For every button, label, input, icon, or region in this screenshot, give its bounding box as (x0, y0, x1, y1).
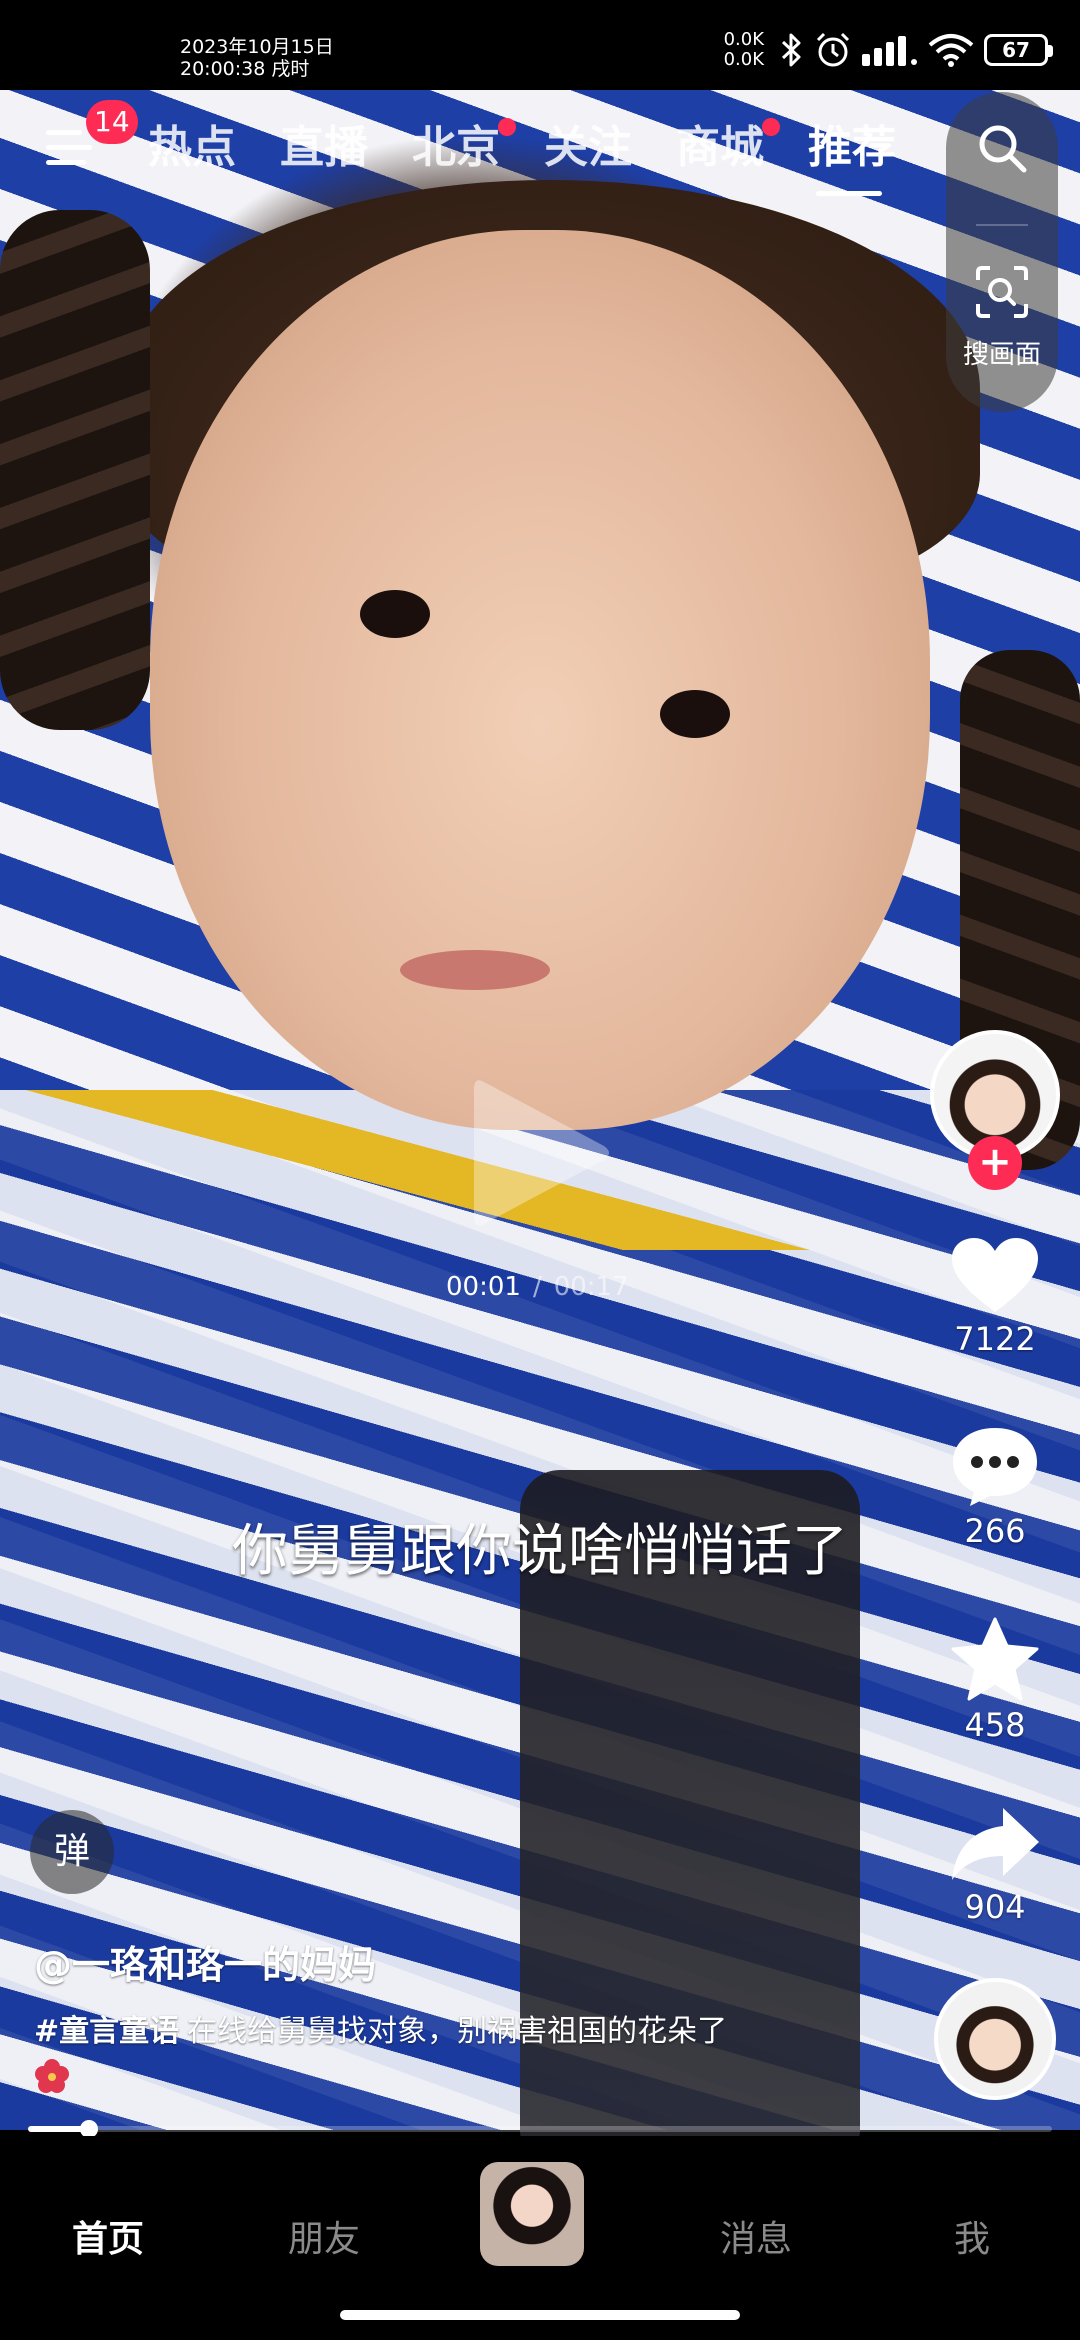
video-scene-mouth (400, 950, 550, 990)
description-text: 在线给舅舅找对象，别祸害祖国的花朵了 (187, 2014, 728, 2049)
feed-tabs: 热点 直播 北京 关注 商城 推荐 (148, 118, 940, 196)
tab-live[interactable]: 直播 (280, 118, 368, 178)
tab-label: 直播 (280, 122, 368, 173)
video-subtitle: 你舅舅跟你说啥悄悄话了 (232, 1519, 848, 1584)
bluetooth-icon (781, 33, 801, 67)
video-scene-face (150, 230, 930, 1130)
status-datetime: 2023年10月15日 20:00:38 戌时 (180, 36, 334, 80)
tab-label: 北京 (412, 122, 500, 173)
like-count: 7122 (954, 1320, 1036, 1358)
tab-hot[interactable]: 热点 (148, 118, 236, 178)
like-button[interactable]: 7122 (920, 1236, 1070, 1358)
search-screen-label[interactable]: 搜画面 (946, 334, 1058, 371)
video-scene-eye (360, 590, 430, 638)
bottom-nav: 首页 朋友 消息 我 (0, 2136, 1080, 2340)
nav-messages[interactable]: 消息 (720, 2210, 792, 2262)
alarm-icon (816, 32, 850, 67)
follow-button[interactable]: + (968, 1136, 1022, 1190)
video-scene-braid-left (0, 210, 150, 730)
favorite-button[interactable]: 458 (920, 1616, 1070, 1744)
menu-badge: 14 (86, 100, 138, 144)
nav-friends[interactable]: 朋友 (288, 2210, 360, 2262)
signal-icon (862, 36, 917, 66)
comment-count: 266 (964, 1512, 1026, 1550)
tab-label: 推荐 (808, 122, 896, 173)
video-progress-bar[interactable] (28, 2120, 1052, 2138)
tab-following[interactable]: 关注 (544, 118, 632, 178)
create-button[interactable] (480, 2162, 584, 2266)
net-up: 0.0K (723, 29, 764, 50)
net-down: 0.0K (723, 49, 764, 70)
heart-icon (952, 1238, 1038, 1312)
status-icons: 0.0K 0.0K 67 (724, 30, 1053, 70)
author-name[interactable]: @一珞和珞一的妈妈 (34, 1934, 376, 1989)
tab-notification-dot (498, 118, 516, 136)
tab-label: 关注 (544, 122, 632, 173)
tab-recommend[interactable]: 推荐 (808, 118, 896, 196)
share-icon (952, 1808, 1039, 1880)
tab-mall[interactable]: 商城 (676, 118, 780, 178)
nav-home[interactable]: 首页 (72, 2210, 144, 2262)
share-count: 904 (964, 1888, 1026, 1926)
home-indicator (340, 2310, 740, 2320)
search-icon[interactable] (976, 122, 1028, 174)
star-icon (951, 1617, 1039, 1701)
video-scene-eye (660, 690, 730, 738)
hashtag-link[interactable]: #童言童语 (34, 2014, 179, 2049)
menu-icon[interactable] (46, 130, 92, 170)
hibiscus-icon (35, 2059, 69, 2093)
divider (976, 224, 1028, 226)
video-description: #童言童语 在线给舅舅找对象，别祸害祖国的花朵了 (34, 2006, 934, 2050)
network-speed: 0.0K 0.0K (724, 30, 764, 70)
music-disc[interactable] (934, 1978, 1056, 2100)
top-nav: 14 热点 直播 北京 关注 商城 推荐 (0, 90, 1080, 210)
playback-time: 00:01 / 00:17 (446, 1272, 629, 1302)
battery-level: 67 (1002, 38, 1030, 62)
nav-me[interactable]: 我 (954, 2210, 990, 2262)
comment-icon (953, 1428, 1037, 1506)
search-panel: 搜画面 (946, 92, 1058, 412)
comment-button[interactable]: 266 (920, 1424, 1070, 1550)
danmu-toggle[interactable]: 弹 (30, 1810, 114, 1894)
tab-notification-dot (762, 118, 780, 136)
time-separator: / (532, 1272, 542, 1302)
status-date: 2023年10月15日 (180, 36, 334, 58)
share-button[interactable]: 904 (920, 1804, 1070, 1926)
tab-local[interactable]: 北京 (412, 118, 516, 178)
tab-label: 热点 (148, 122, 236, 173)
battery-icon: 67 (984, 34, 1053, 66)
tab-label: 商城 (676, 122, 764, 173)
wifi-icon (928, 34, 974, 67)
app-screen: 2023年10月15日 20:00:38 戌时 0.0K 0.0K 67 14 … (0, 0, 1080, 2340)
current-time: 00:01 (446, 1272, 521, 1302)
status-bar: 2023年10月15日 20:00:38 戌时 0.0K 0.0K 67 (0, 0, 1080, 90)
total-time: 00:17 (553, 1272, 629, 1302)
status-time: 20:00:38 戌时 (180, 58, 310, 80)
favorite-count: 458 (964, 1706, 1026, 1744)
search-screen-icon[interactable] (974, 264, 1030, 320)
play-icon[interactable] (466, 1068, 616, 1238)
